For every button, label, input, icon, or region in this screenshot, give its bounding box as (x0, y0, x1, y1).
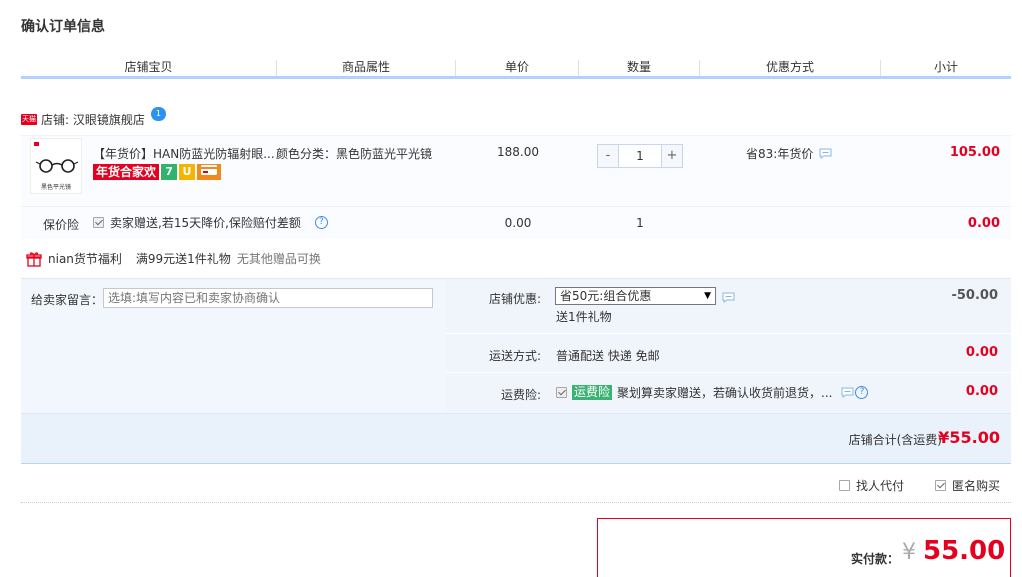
message-to-seller-input[interactable] (103, 288, 433, 308)
payment-label: 实付款： (851, 552, 900, 566)
shop-discount-selected: 省50元:组合优惠 (560, 289, 652, 303)
item-discount: 省83:年货价 (746, 145, 832, 162)
options-divider (21, 502, 1011, 503)
item-thumbnail[interactable]: 黑色平光镜 (30, 138, 82, 194)
freight-insurance-checkbox[interactable] (556, 387, 567, 398)
card-icon (201, 165, 218, 175)
pay-for-me-label: 找人代付 (856, 479, 905, 493)
help-icon[interactable]: ? (855, 386, 869, 399)
shop-total-label: 店铺合计(含运费) (848, 433, 942, 447)
credit-card-icon (197, 164, 222, 180)
shop-name-link[interactable]: 店铺: 汉眼镜旗舰店 (41, 111, 145, 128)
message-label: 给卖家留言： (31, 293, 104, 307)
comment-icon[interactable] (841, 387, 854, 398)
promo-tags: 年货合家欢 7 U (93, 164, 222, 180)
quantity-stepper: - + (597, 144, 683, 168)
freight-insurance-amount: 0.00 (965, 384, 998, 399)
shop-discount-note: 送1件礼物 (556, 310, 612, 324)
pay-for-me-option[interactable]: 找人代付 (839, 477, 904, 494)
price-protection-text: 卖家赠送,若15天降价,保险赔付差额 (110, 216, 301, 230)
row-divider (446, 372, 1011, 373)
wangwang-chat-icon[interactable]: 1 (150, 107, 166, 121)
pay-for-me-checkbox[interactable] (839, 480, 850, 491)
shipping-method: 普通配送 快递 免邮 (556, 349, 660, 363)
col-header-unit-price: 单价 (504, 60, 529, 74)
item-attribute: 颜色分类：黑色防蓝光平光镜 (276, 147, 433, 161)
price-protection-label: 保价险 (43, 218, 80, 232)
gift-offer: 满99元送1件礼物 (135, 252, 231, 266)
insurance-quantity: 1 (636, 216, 644, 230)
row-divider (446, 333, 1011, 334)
increase-quantity-button[interactable]: + (662, 145, 682, 167)
shop-discount-select[interactable]: 省50元:组合优惠 ▼ (555, 287, 716, 305)
freight-insurance-tag: 运费险 (572, 385, 613, 400)
insurance-price: 0.00 (504, 216, 532, 230)
gift-promo-row: nian货节福利 满99元送1件礼物 无其他赠品可换 (26, 250, 321, 267)
col-header-quantity: 数量 (626, 60, 651, 74)
col-header-attributes: 商品属性 (341, 60, 390, 74)
freight-insurance-info: 运费险 聚划算卖家赠送，若确认收货前退货，... ? (556, 384, 869, 401)
guarantee-shield-icon: U (179, 164, 196, 180)
payment-amount: 55.00 (923, 536, 1006, 566)
col-header-shop-item: 店铺宝贝 (124, 60, 173, 74)
anonymous-purchase-checkbox[interactable] (935, 480, 946, 491)
shipping-label: 运送方式: (488, 349, 541, 363)
glasses-icon (35, 159, 79, 173)
help-icon[interactable]: ? (314, 216, 328, 229)
tmall-badge-icon: 天猫 (21, 113, 37, 125)
price-protection-checkbox[interactable] (93, 217, 104, 228)
page-title: 确认订单信息 (21, 19, 105, 35)
gift-title: nian货节福利 (48, 252, 122, 266)
dropdown-arrow-icon: ▼ (704, 291, 711, 301)
shop-discount-label: 店铺优惠: (488, 292, 541, 306)
quantity-input[interactable] (618, 145, 662, 167)
comment-icon[interactable] (819, 148, 832, 159)
freight-insurance-label: 运费险: (500, 388, 541, 402)
discount-text: 省83:年货价 (746, 147, 814, 161)
decrease-quantity-button[interactable]: - (598, 145, 618, 167)
seven-day-return-icon: 7 (161, 164, 178, 180)
item-title-link[interactable]: 【年货价】HAN防蓝光防辐射眼... (93, 145, 275, 162)
insurance-subtotal: 0.00 (967, 216, 1000, 231)
payment-currency: ¥ (902, 540, 916, 565)
comment-icon[interactable] (722, 292, 735, 303)
unit-price: 188.00 (497, 145, 539, 159)
brand-mark-icon (34, 142, 39, 146)
shipping-amount: 0.00 (965, 345, 998, 360)
header-underline (21, 76, 1011, 79)
col-header-subtotal: 小计 (933, 60, 958, 74)
promo-tag-new-year: 年货合家欢 (93, 164, 160, 180)
shop-total-amount: ¥55.00 (938, 428, 1000, 447)
anonymous-purchase-label: 匿名购买 (952, 479, 1001, 493)
col-header-discount: 优惠方式 (765, 60, 814, 74)
freight-insurance-text: 聚划算卖家赠送，若确认收货前退货，... (617, 386, 833, 400)
price-protection-info: 卖家赠送,若15天降价,保险赔付差额 ? (93, 214, 328, 231)
item-row-divider (21, 206, 1011, 207)
shop-discount-amount: -50.00 (951, 288, 998, 303)
item-subtotal: 105.00 (949, 145, 1000, 160)
thumbnail-caption: 黑色平光镜 (40, 184, 71, 191)
shop-row: 天猫 店铺: 汉眼镜旗舰店 1 (21, 107, 166, 128)
gift-icon (26, 251, 42, 267)
gift-note: 无其他赠品可换 (236, 252, 321, 266)
anonymous-purchase-option[interactable]: 匿名购买 (935, 477, 1000, 494)
